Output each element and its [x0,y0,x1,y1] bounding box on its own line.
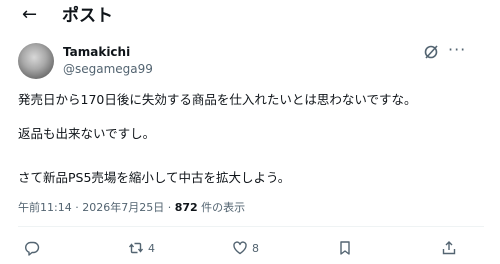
share-button[interactable] [441,239,457,257]
post-time[interactable]: 午前11:14 [18,201,72,214]
avatar[interactable] [18,43,54,79]
like-count: 8 [252,241,259,255]
post-meta: 午前11:14 · 2026年7月25日 · 872 件の表示 [18,201,245,215]
divider [18,226,484,227]
arrow-left-icon: ← [22,4,38,25]
heart-icon [233,241,247,255]
like-button[interactable]: 8 [232,239,259,257]
more-options-icon[interactable]: ··· [448,42,466,58]
views-count: 872 [174,201,198,214]
bookmark-button[interactable] [337,239,353,257]
post-text-line: 返品も出来ないですし。 [18,126,156,141]
repost-count: 4 [148,241,155,255]
post-text-line: さて新品PS5売場を縮小して中古を拡大しよう。 [18,170,291,185]
repost-button[interactable]: 4 [128,239,155,257]
share-icon [442,241,456,255]
reply-button[interactable] [24,239,44,257]
meta-separator: · [71,201,83,214]
post-text-line: 発売日から170日後に失効する商品を仕入れたいとは思わないですな。 [18,92,417,107]
back-button[interactable]: ← [22,5,37,25]
bookmark-icon [340,241,350,255]
page-title: ポスト [62,6,113,26]
views-label: 件の表示 [197,201,246,214]
meta-separator: · [164,201,175,214]
reply-icon [25,241,40,256]
author-handle[interactable]: @segamega99 [63,62,153,76]
repost-icon [128,242,144,254]
author-display-name[interactable]: Tamakichi [63,45,130,59]
grok-icon[interactable] [423,44,439,60]
post-date[interactable]: 2026年7月25日 [82,201,164,214]
